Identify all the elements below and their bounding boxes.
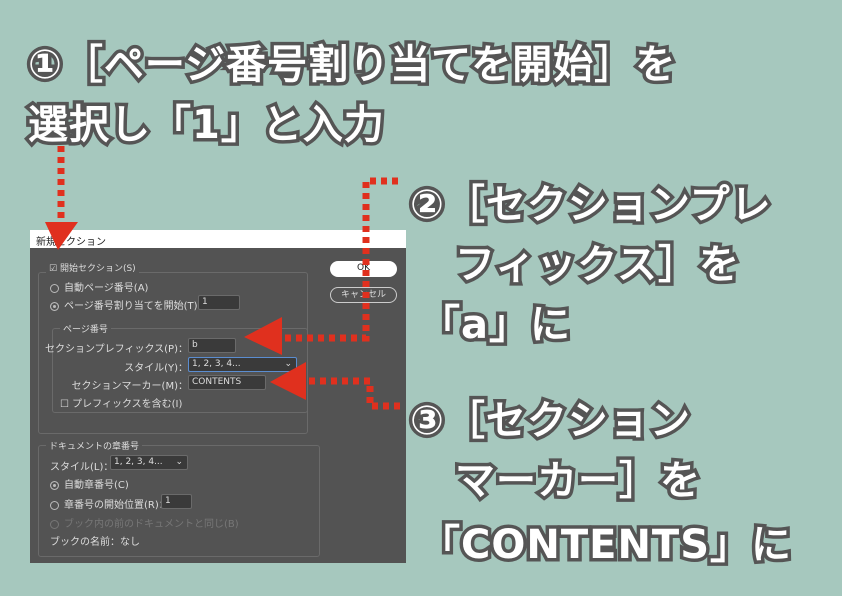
arrow3-line [306,377,400,410]
arrows-overlay [45,146,400,410]
arrow2-line [282,177,398,342]
arrow1-head [45,222,78,250]
arrow3-head [270,362,306,400]
arrow2-head [244,317,282,355]
